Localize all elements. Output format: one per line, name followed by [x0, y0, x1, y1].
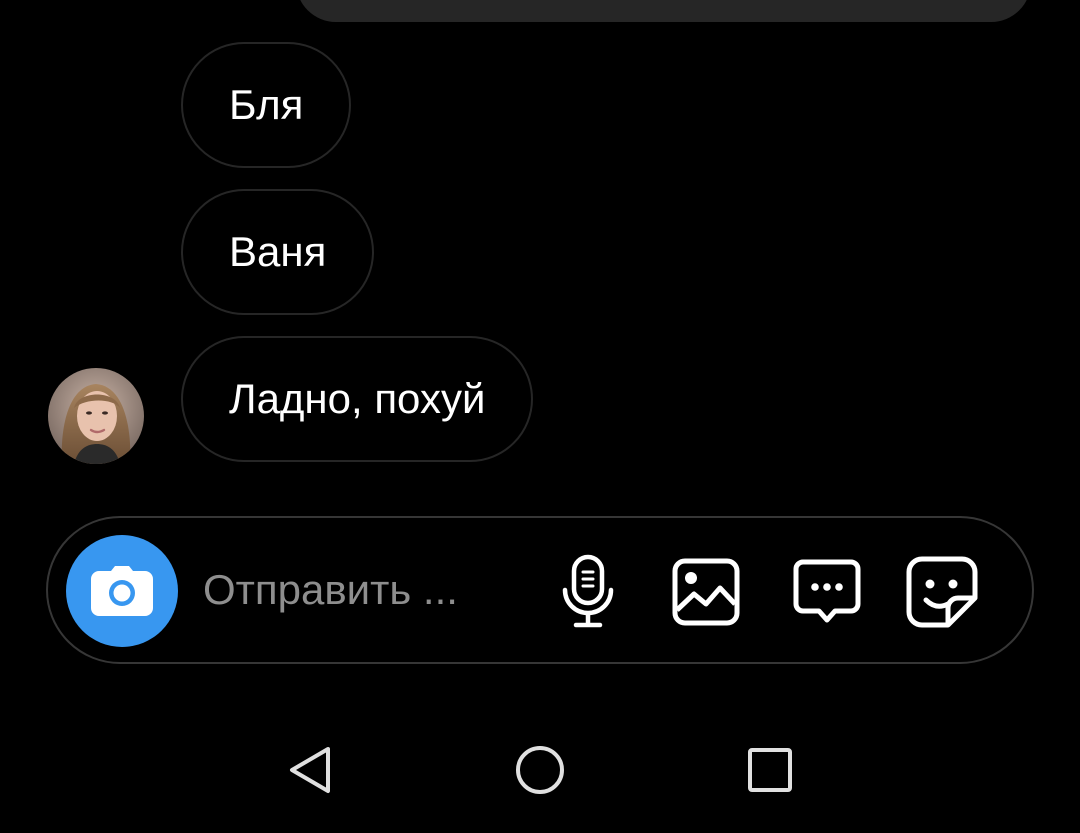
sticker-button[interactable]	[904, 554, 980, 630]
message-bubble[interactable]: Ваня	[181, 189, 375, 315]
recent-apps-button[interactable]	[740, 740, 800, 800]
message-text: Бля	[229, 81, 304, 128]
gallery-icon	[672, 558, 740, 626]
previous-message-bubble	[296, 0, 1031, 22]
gallery-button[interactable]	[668, 554, 744, 630]
sticker-icon	[906, 556, 978, 628]
message-composer	[46, 516, 1034, 664]
message-input[interactable]	[203, 562, 503, 618]
back-icon	[290, 747, 330, 793]
back-button[interactable]	[280, 740, 340, 800]
voice-message-button[interactable]	[550, 554, 626, 630]
camera-icon	[91, 566, 153, 616]
camera-button[interactable]	[66, 535, 178, 647]
avatar-image	[48, 368, 144, 464]
avatar[interactable]	[48, 368, 144, 464]
recent-apps-icon	[748, 748, 792, 792]
microphone-icon	[562, 554, 614, 628]
system-navigation-bar	[0, 700, 1080, 833]
quick-replies-button[interactable]	[789, 554, 865, 630]
message-text: Ваня	[229, 228, 327, 275]
message-bubble[interactable]: Ладно, похуй	[181, 336, 534, 462]
chat-screen: Бля Ваня Ладно, похуй	[0, 0, 1080, 833]
message-bubble[interactable]: Бля	[181, 42, 352, 168]
home-icon	[516, 746, 564, 794]
home-button[interactable]	[510, 740, 570, 800]
chat-bubble-icon	[793, 559, 861, 623]
message-text: Ладно, похуй	[229, 375, 486, 422]
